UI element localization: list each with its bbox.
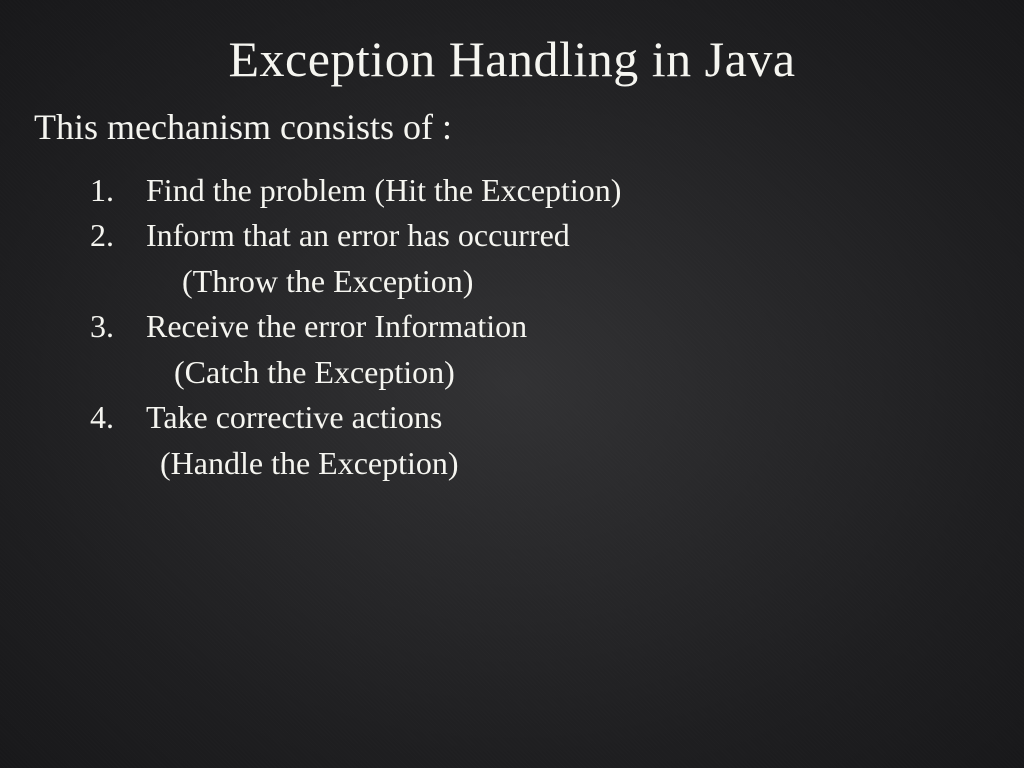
item-text: Receive the error Information [146, 304, 984, 349]
list-item-sub: (Handle the Exception) [90, 441, 984, 486]
slide: Exception Handling in Java This mechanis… [0, 0, 1024, 768]
item-number: 1. [90, 168, 146, 213]
slide-subtitle: This mechanism consists of : [34, 106, 984, 148]
item-text: Find the problem (Hit the Exception) [146, 168, 984, 213]
list-item: 4. Take corrective actions [90, 395, 984, 440]
list-item: 3. Receive the error Information [90, 304, 984, 349]
item-number: 4. [90, 395, 146, 440]
mechanism-list: 1. Find the problem (Hit the Exception) … [40, 168, 984, 486]
item-subtext: (Throw the Exception) [146, 259, 984, 304]
item-text: Inform that an error has occurred [146, 213, 984, 258]
item-number: 3. [90, 304, 146, 349]
slide-title: Exception Handling in Java [40, 30, 984, 88]
item-subtext: (Catch the Exception) [146, 350, 984, 395]
item-subtext: (Handle the Exception) [146, 441, 984, 486]
list-item: 1. Find the problem (Hit the Exception) [90, 168, 984, 213]
list-item-sub: (Throw the Exception) [90, 259, 984, 304]
list-item: 2. Inform that an error has occurred [90, 213, 984, 258]
list-item-sub: (Catch the Exception) [90, 350, 984, 395]
item-text: Take corrective actions [146, 395, 984, 440]
item-number: 2. [90, 213, 146, 258]
